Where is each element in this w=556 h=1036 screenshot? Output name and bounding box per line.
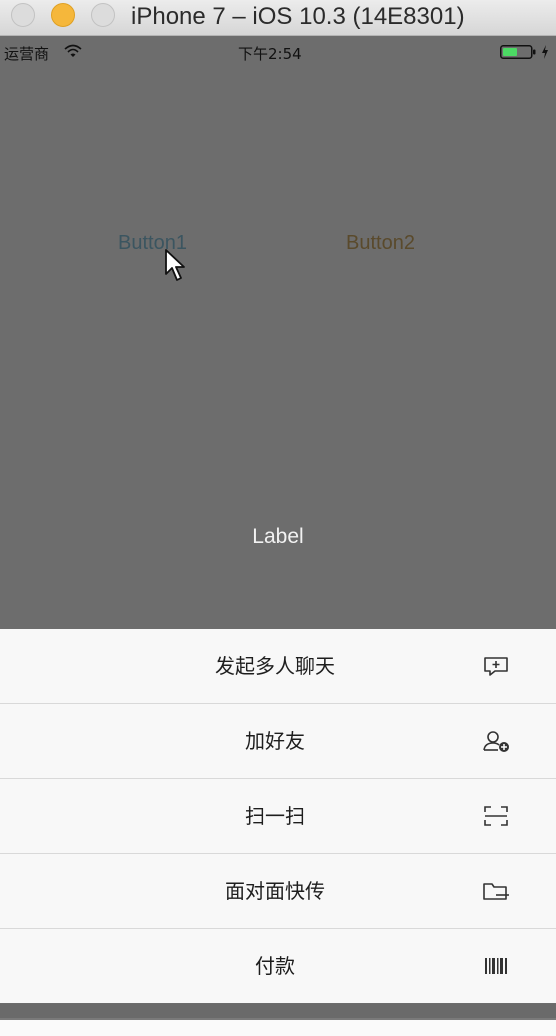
charging-bolt-icon [542,45,548,59]
status-bar: 运营商 下午2:54 [0,37,556,67]
sheet-item-label: 扫一扫 [245,804,305,828]
sheet-item-label: 加好友 [245,729,305,753]
add-friend-icon [483,731,509,752]
window-title: iPhone 7 – iOS 10.3 (14E8301) [131,3,465,30]
carrier-name: 运营商 [4,45,50,63]
content-label: Label [252,525,304,548]
app-content: Button1 Button2 Label [0,67,556,629]
button2[interactable]: Button2 [346,232,415,255]
sheet-item-group-chat[interactable]: 发起多人聊天 [0,629,556,704]
action-sheet: 发起多人聊天 加好友 扫一扫 面对面快传 付款 [0,629,556,1003]
sheet-item-label: 发起多人聊天 [215,654,335,678]
folder-icon [483,883,509,900]
barcode-icon [485,958,507,974]
sheet-item-label: 付款 [255,954,295,978]
wifi-icon [64,44,82,57]
battery-icon [500,45,536,59]
scan-icon [484,806,508,826]
simulator-title-bar: iPhone 7 – iOS 10.3 (14E8301) [0,0,556,36]
sheet-item-scan[interactable]: 扫一扫 [0,779,556,854]
sheet-item-add-friend[interactable]: 加好友 [0,704,556,779]
window-minimize-button[interactable] [51,3,75,27]
sheet-item-face-to-face[interactable]: 面对面快传 [0,854,556,929]
window-zoom-button[interactable] [91,3,115,27]
bottom-sheet-edge [0,1018,556,1036]
status-time: 下午2:54 [238,45,302,63]
sheet-item-label: 面对面快传 [225,879,325,903]
add-chat-icon [484,657,508,676]
window-close-button[interactable] [11,3,35,27]
sheet-item-payment[interactable]: 付款 [0,929,556,1003]
mouse-cursor-icon [165,249,185,281]
